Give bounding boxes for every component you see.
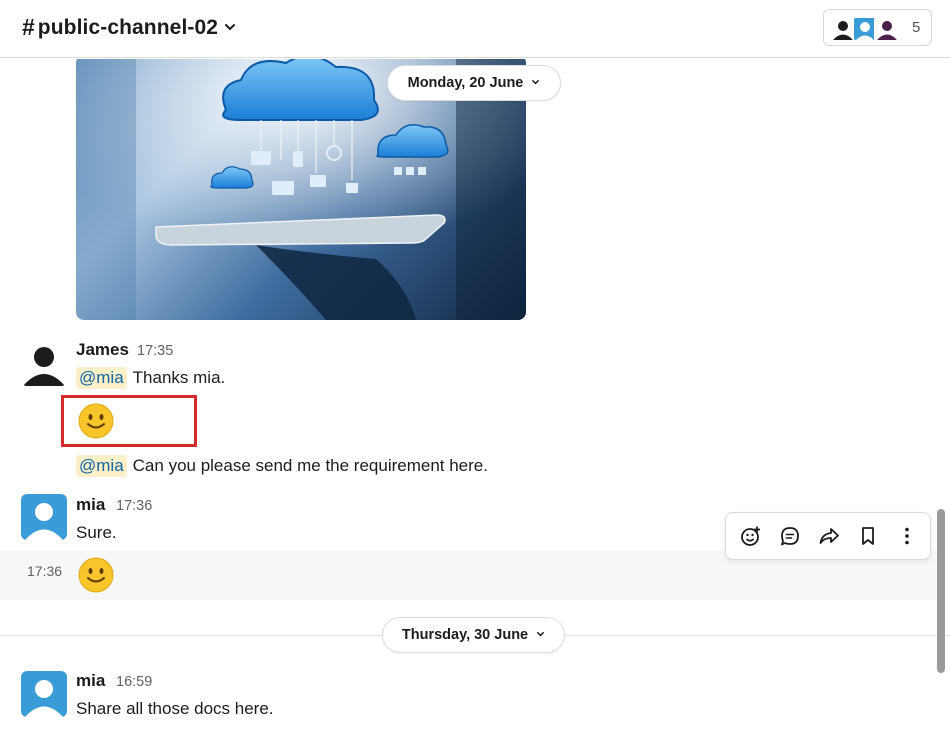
message-body: Can you please send me the requirement h… — [132, 456, 488, 475]
message-body: Thanks mia. — [132, 368, 226, 387]
message-timestamp[interactable]: 17:36 — [116, 498, 152, 514]
date-label: Thursday, 30 June — [401, 627, 529, 643]
channel-title-button[interactable]: # public-channel-02 — [22, 14, 236, 41]
user-mention[interactable]: @mia — [76, 455, 127, 477]
member-avatar-icon — [874, 15, 900, 42]
message-actions-toolbar — [725, 512, 931, 560]
scrollbar-thumb[interactable] — [937, 509, 945, 673]
channel-header: # public-channel-02 5 — [0, 0, 950, 58]
more-actions-icon[interactable] — [891, 520, 922, 552]
user-mention[interactable]: @mia — [76, 367, 127, 389]
reply-in-thread-icon[interactable] — [774, 520, 805, 552]
avatar[interactable] — [21, 671, 67, 717]
message-list: Monday, 20 June James 17:35 @mia Thanks … — [0, 59, 950, 734]
message-author[interactable]: mia — [76, 495, 105, 515]
channel-hash: # — [22, 14, 35, 40]
member-count: 5 — [912, 19, 921, 36]
add-reaction-icon[interactable] — [735, 520, 766, 552]
message-author[interactable]: James — [76, 340, 129, 360]
avatar[interactable] — [21, 494, 67, 540]
message-timestamp[interactable]: 16:59 — [116, 674, 152, 690]
chevron-down-icon — [536, 627, 545, 643]
share-icon[interactable] — [813, 520, 844, 552]
message-text: @mia Thanks mia. — [76, 364, 225, 392]
date-divider-pill[interactable]: Monday, 20 June — [387, 65, 561, 101]
message-author[interactable]: mia — [76, 671, 105, 691]
member-avatars — [830, 14, 902, 42]
message-timestamp[interactable]: 17:36 — [27, 563, 62, 579]
message-text: Sure. — [76, 521, 117, 545]
highlight-annotation — [61, 395, 197, 447]
date-divider-pill[interactable]: Thursday, 30 June — [382, 617, 565, 653]
message-timestamp[interactable]: 17:35 — [137, 343, 173, 359]
date-label: Monday, 20 June — [407, 75, 524, 91]
chevron-down-icon — [531, 75, 540, 91]
channel-name: public-channel-02 — [37, 15, 219, 39]
chevron-down-icon — [224, 20, 236, 38]
members-button[interactable]: 5 — [823, 9, 932, 46]
bookmark-icon[interactable] — [852, 520, 883, 552]
message-text: Share all those docs here. — [76, 697, 274, 721]
message-text: @mia Can you please send me the requirem… — [76, 452, 488, 480]
message-body: Share all those docs here. — [76, 699, 274, 718]
slightly-smiling-face-icon — [77, 556, 115, 594]
message-body: Sure. — [76, 523, 117, 542]
avatar[interactable] — [21, 340, 67, 386]
